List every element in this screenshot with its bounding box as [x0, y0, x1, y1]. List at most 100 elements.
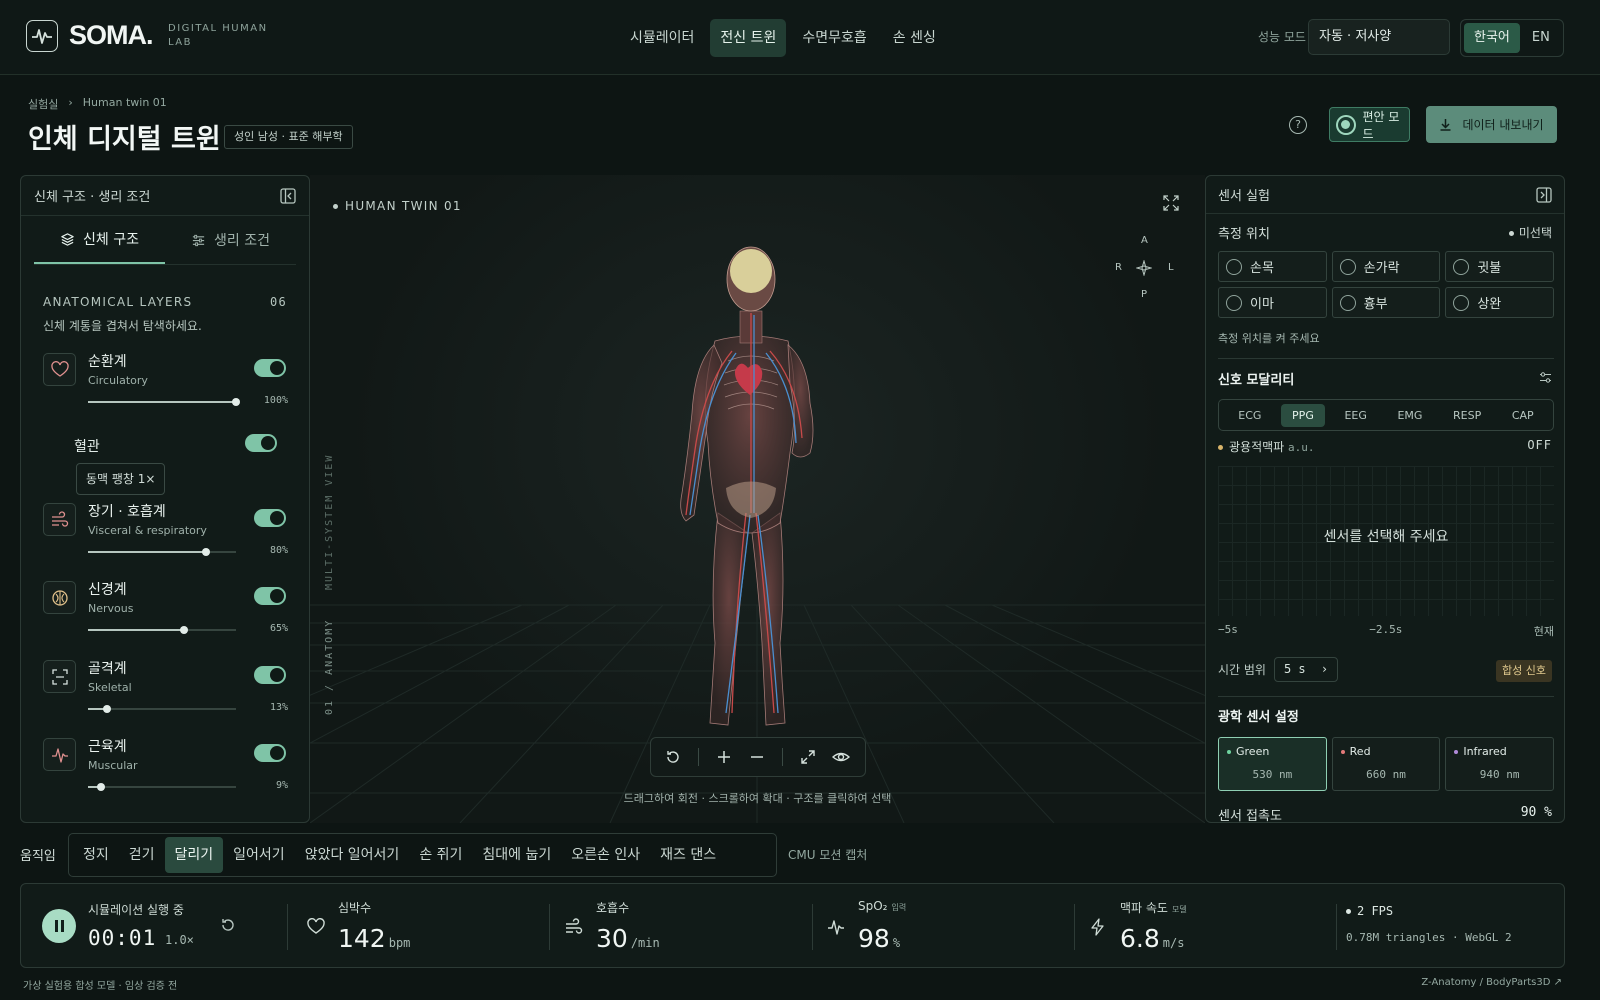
playback-speed[interactable]: 1.0× [165, 933, 194, 947]
export-data-button[interactable]: 데이터 내보내기 [1426, 106, 1557, 143]
nav-hand-sensing[interactable]: 손 센싱 [883, 19, 946, 57]
layer-opacity-slider[interactable] [88, 548, 236, 556]
optical-infrared[interactable]: Infrared 940 nm [1445, 737, 1554, 791]
model-tag: 성인 남성 · 표준 해부학 [224, 125, 353, 149]
pause-icon[interactable] [42, 909, 76, 943]
layer-opacity-slider[interactable] [88, 783, 236, 791]
motion-label: 움직임 [20, 849, 56, 864]
motion-lie-down[interactable]: 침대에 눕기 [472, 837, 561, 873]
layer-opacity-slider[interactable] [88, 398, 240, 406]
modality-ecg[interactable]: ECG [1227, 404, 1272, 427]
eye-icon[interactable] [832, 749, 851, 765]
layer-opacity-slider[interactable] [88, 626, 236, 634]
sensor-contact-value: 90 % [1520, 805, 1552, 820]
time-range-select[interactable]: 5 s › [1273, 657, 1339, 682]
motion-hand-grip[interactable]: 손 쥐기 [409, 837, 472, 873]
layer-opacity-slider[interactable] [88, 705, 236, 713]
vessels-toggle[interactable] [245, 434, 277, 452]
nav-simulator[interactable]: 시뮬레이터 [620, 19, 704, 57]
layer-opacity-value: 13% [269, 702, 288, 713]
modality-resp[interactable]: RESP [1442, 404, 1492, 427]
zoom-in-icon[interactable] [716, 749, 732, 765]
optical-red[interactable]: Red 660 nm [1331, 737, 1441, 791]
radio-off-icon [1453, 258, 1470, 275]
modality-emg[interactable]: EMG [1386, 404, 1433, 427]
location-forehead[interactable]: 이마 [1218, 287, 1327, 318]
optical-green[interactable]: Green 530 nm [1218, 737, 1327, 791]
breadcrumb-root[interactable]: 실험실 [28, 96, 58, 112]
location-chest[interactable]: 흉부 [1331, 287, 1441, 318]
compass-right: R [1115, 262, 1122, 273]
toolbar-divider [698, 748, 700, 766]
anatomy-panel-title: 신체 구조 · 생리 조건 [34, 190, 151, 205]
orientation-compass: A P R L [1115, 235, 1175, 310]
collapse-right-panel-icon[interactable] [1536, 186, 1552, 203]
perf-mode-select[interactable]: 자동 · 저사양 [1308, 19, 1450, 55]
modality-ppg[interactable]: PPG [1281, 403, 1325, 427]
human-body-model[interactable] [640, 243, 860, 743]
layer-toggle[interactable] [254, 666, 286, 684]
time-range-label: 시간 범위 [1218, 663, 1266, 677]
tune-icon[interactable] [1539, 371, 1552, 384]
location-wrist[interactable]: 손목 [1218, 251, 1327, 282]
metric-label: 맥파 속도 모델 [1120, 901, 1187, 915]
tab-physiology[interactable]: 생리 조건 [165, 216, 296, 264]
location-upper-arm[interactable]: 상완 [1445, 287, 1554, 318]
collapse-panel-icon[interactable] [280, 187, 296, 204]
modality-tabs: ECG PPG EEG EMG RESP CAP [1218, 399, 1554, 431]
metric-value: 30/min [596, 924, 660, 953]
optical-title: 광학 센서 설정 [1218, 710, 1299, 725]
layer-toggle[interactable] [254, 359, 286, 377]
motion-wave-right[interactable]: 오른손 인사 [561, 837, 650, 873]
metric-label: 호흡수 [596, 901, 630, 915]
motion-jazz-dance[interactable]: 재즈 댄스 [650, 837, 726, 873]
tab-body-structure[interactable]: 신체 구조 [34, 216, 165, 264]
layer-english-name: Muscular [88, 759, 138, 772]
motion-sit-stand[interactable]: 앉았다 일어서기 [295, 837, 410, 873]
radio-on-icon [1336, 114, 1356, 135]
layer-toggle[interactable] [254, 587, 286, 605]
sensor-contact-label: 센서 접촉도 [1218, 809, 1282, 823]
comfort-mode-button[interactable]: 편안 모드 [1329, 107, 1410, 142]
layer-toggle[interactable] [254, 744, 286, 762]
lang-ko-button[interactable]: 한국어 [1464, 23, 1520, 53]
motion-stand-up[interactable]: 일어서기 [223, 837, 295, 873]
nav-body-twin[interactable]: 전신 트윈 [710, 19, 787, 57]
radio-off-icon [1453, 294, 1470, 311]
layer-name: 장기 · 호흡계 [88, 504, 166, 520]
modality-title: 신호 모달리티 [1218, 373, 1295, 388]
lang-en-button[interactable]: EN [1522, 23, 1560, 53]
artery-dilation-chip[interactable]: 동맥 팽창 1× [76, 463, 166, 495]
zoom-out-icon[interactable] [749, 749, 765, 765]
restart-icon[interactable] [220, 917, 236, 933]
perf-mode-label: 성능 모드 [1258, 30, 1306, 44]
layer-english-name: Skeletal [88, 681, 132, 694]
sliders-icon [192, 234, 205, 246]
wind-icon [43, 503, 76, 536]
time-tick: −2.5s [1369, 623, 1403, 636]
motion-run[interactable]: 달리기 [164, 837, 224, 873]
layers-title: ANATOMICAL LAYERS [43, 295, 193, 309]
layer-toggle[interactable] [254, 509, 286, 527]
motion-walk[interactable]: 걷기 [119, 837, 165, 873]
tab-physiology-label: 생리 조건 [214, 233, 270, 249]
footer-credit-link[interactable]: Z-Anatomy / BodyParts3D ↗ [1421, 977, 1562, 988]
run-status: 시뮬레이션 실행 중 [88, 903, 184, 917]
nav-sleep-apnea[interactable]: 수면무호흡 [792, 19, 876, 57]
fullscreen-icon[interactable] [1163, 195, 1179, 211]
optical-wavelength: 530 nm [1252, 768, 1293, 781]
location-finger[interactable]: 손가락 [1331, 251, 1441, 282]
metric-value: 98% [858, 924, 901, 953]
3d-viewport[interactable]: HUMAN TWIN 01 MULTI-SYSTEM VIEW 01 / ANA… [310, 175, 1205, 823]
pulse-icon [43, 738, 76, 771]
help-icon[interactable]: ? [1289, 116, 1307, 134]
pulse-icon [828, 920, 844, 935]
modality-eeg[interactable]: EEG [1333, 404, 1377, 427]
location-earlobe[interactable]: 귓불 [1445, 251, 1554, 282]
location-hint: 측정 위치를 켜 주세요 [1218, 332, 1320, 345]
reset-view-icon[interactable] [665, 749, 681, 765]
main-nav: 시뮬레이터 전신 트윈 수면무호흡 손 센싱 [620, 19, 946, 57]
modality-cap[interactable]: CAP [1501, 404, 1545, 427]
expand-icon[interactable] [800, 749, 816, 765]
motion-idle[interactable]: 정지 [73, 837, 119, 873]
